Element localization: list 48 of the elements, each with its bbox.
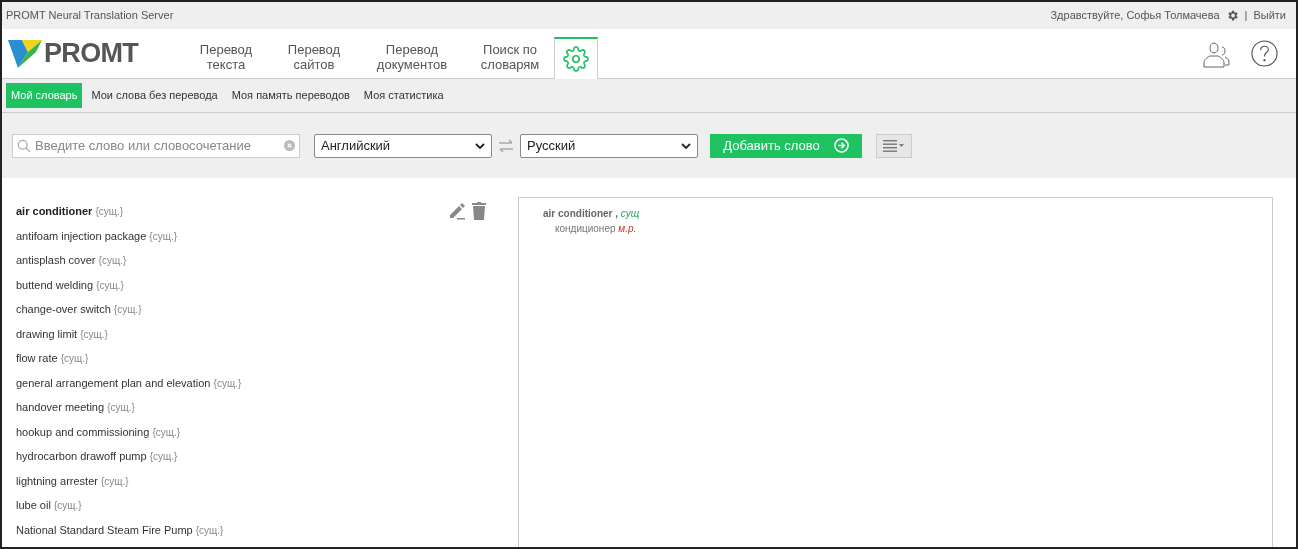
- search-field[interactable]: Введите слово или словосочетание: [12, 133, 300, 158]
- swap-icon[interactable]: [497, 138, 515, 153]
- help-icon[interactable]: [1251, 40, 1278, 67]
- target-language-select[interactable]: Русский: [520, 133, 698, 158]
- nav-tab[interactable]: Перевод сайтов: [270, 36, 358, 78]
- settings-tab[interactable]: [554, 37, 598, 79]
- dictionary-entry[interactable]: change-over switch {сущ.}: [16, 301, 502, 326]
- headword: air conditioner: [543, 208, 613, 219]
- dictionary-entry[interactable]: National Standard Steam Fire Pump {сущ.}: [16, 521, 502, 546]
- settings-icon: [563, 46, 589, 72]
- arrow-circle-icon: [833, 138, 849, 153]
- nav-tab[interactable]: Поиск по словарям: [466, 36, 554, 78]
- chevron-icon: [681, 140, 691, 151]
- list-icon: [883, 139, 905, 152]
- dictionary-entry[interactable]: general arrangement plan and elevation {сущ.}: [16, 374, 502, 399]
- nav-tab[interactable]: Перевод документов: [358, 36, 466, 78]
- nav-tab[interactable]: Перевод текста: [182, 36, 270, 78]
- subnav-item[interactable]: Мои слова без перевода: [86, 83, 223, 108]
- logout-link[interactable]: Выйти: [1253, 7, 1286, 24]
- dictionary-entry[interactable]: drawing limit {сущ.}: [16, 325, 502, 350]
- subnav-item[interactable]: Моя статистика: [358, 83, 449, 108]
- source-language-select[interactable]: Английский: [314, 133, 492, 158]
- separator: |: [1244, 8, 1248, 24]
- app-title: PROMT Neural Translation Server: [6, 8, 174, 24]
- dictionary-entry[interactable]: flow rate {сущ.}: [16, 350, 502, 375]
- dictionary-entry[interactable]: handover meeting {сущ.}: [16, 399, 502, 424]
- chevron-icon: [475, 140, 485, 151]
- dictionary-entry[interactable]: hookup and commissioning {сущ.}: [16, 423, 502, 448]
- gender-label: м.р.: [618, 223, 637, 234]
- dictionary-entry[interactable]: buttend welding {сущ.}: [16, 276, 502, 301]
- edit-icon[interactable]: [448, 202, 466, 220]
- delete-icon[interactable]: [472, 202, 486, 220]
- dictionary-entry[interactable]: air conditioner {сущ.}: [16, 203, 502, 228]
- logo-text: PROMT: [44, 37, 139, 71]
- dictionary-entry[interactable]: hydrocarbon drawoff pump {сущ.}: [16, 448, 502, 473]
- search-icon: [17, 138, 31, 153]
- dictionary-entry[interactable]: lightning arrester {сущ.}: [16, 472, 502, 497]
- dictionary-entry[interactable]: antifoam injection package {сущ.}: [16, 227, 502, 252]
- dictionary-entry[interactable]: lube oil {сущ.}: [16, 497, 502, 522]
- greeting-text: Здравствуйте, Софья Толмачева: [1050, 8, 1220, 24]
- clear-icon[interactable]: [284, 140, 295, 151]
- translation: кондиционер: [555, 223, 616, 234]
- logo-icon: [8, 37, 42, 70]
- subnav-item[interactable]: Моя память переводов: [226, 83, 355, 108]
- view-menu-button[interactable]: [876, 133, 912, 158]
- part-of-speech: сущ: [620, 208, 640, 219]
- dictionary-entry[interactable]: antisplash cover {сущ.}: [16, 252, 502, 277]
- comma: ,: [615, 208, 618, 219]
